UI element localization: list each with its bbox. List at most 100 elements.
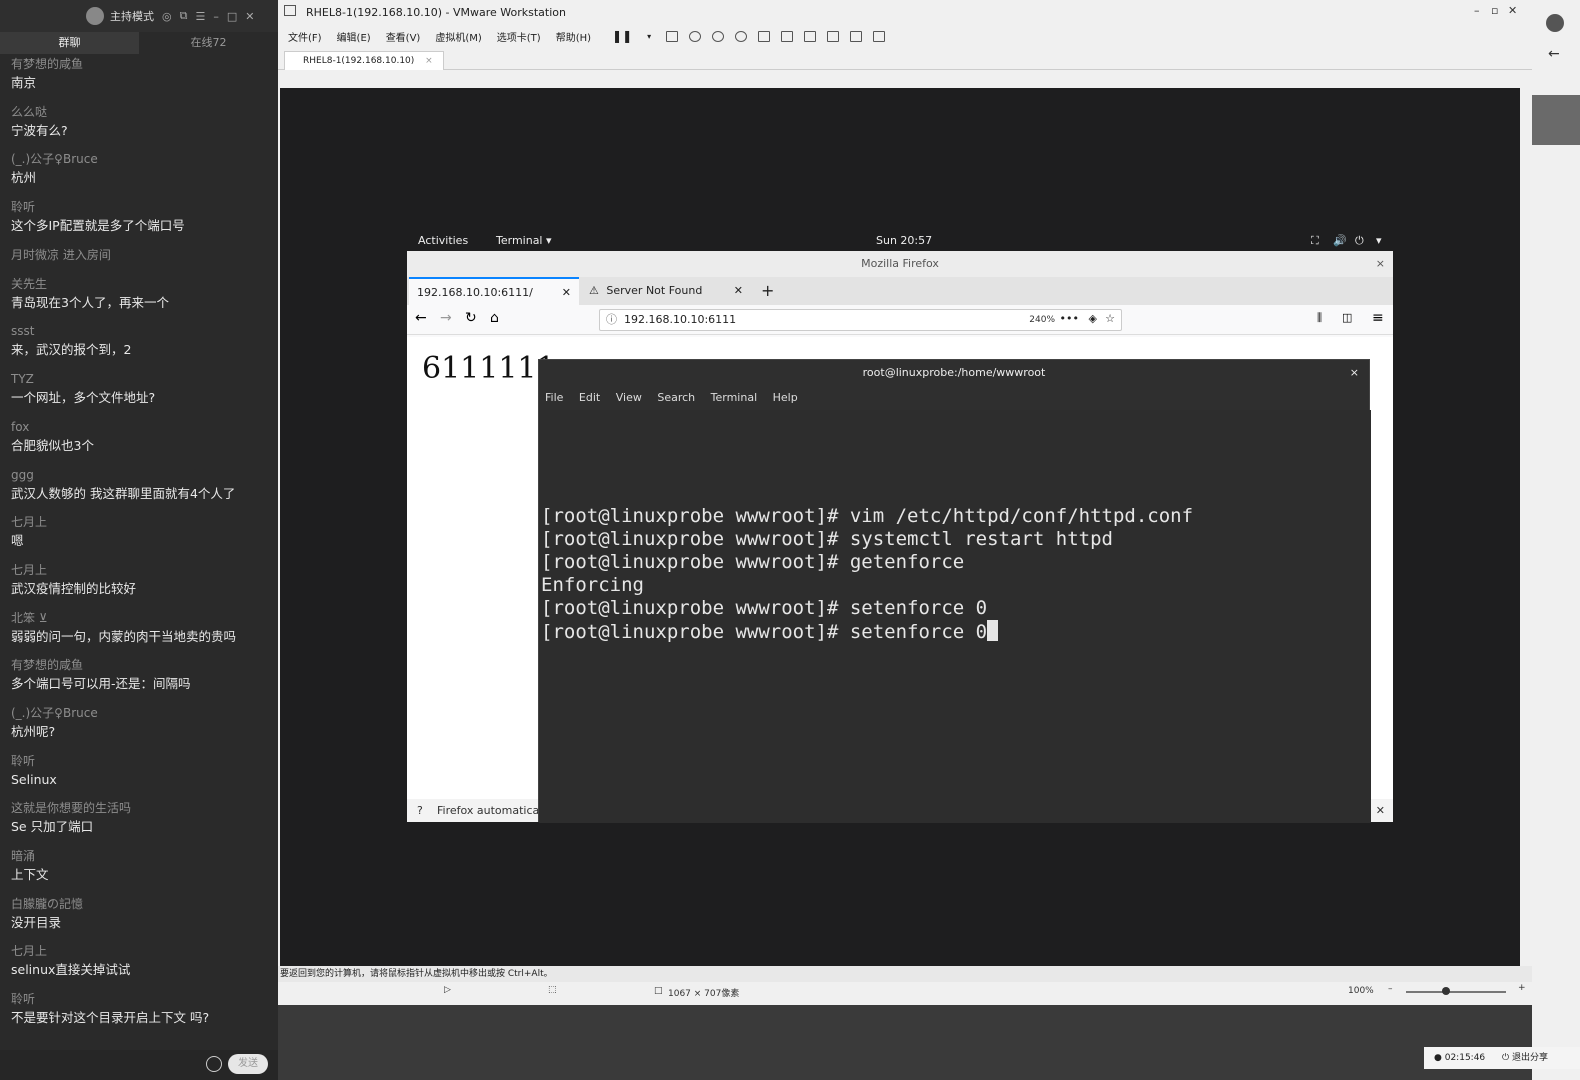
stretch-icon[interactable] bbox=[873, 30, 886, 42]
chat-username[interactable]: 么么哒 bbox=[11, 104, 267, 121]
menu-icon[interactable]: ☰ bbox=[195, 10, 205, 23]
unity-icon[interactable] bbox=[827, 30, 840, 42]
chat-username[interactable]: 七月上 bbox=[11, 943, 267, 960]
chat-username[interactable]: 聆听 bbox=[11, 199, 267, 216]
menu-vm[interactable]: 虚拟机(M) bbox=[435, 29, 481, 44]
tab-online[interactable]: 在线72 bbox=[139, 32, 278, 54]
minimize-icon[interactable]: – bbox=[1474, 4, 1480, 17]
menu-view[interactable]: 查看(V) bbox=[386, 29, 421, 44]
chat-username[interactable]: (_.)公子♀Bruce bbox=[11, 151, 267, 168]
close-icon[interactable]: ✕ bbox=[734, 277, 743, 305]
menu-tabs[interactable]: 选项卡(T) bbox=[497, 29, 541, 44]
close-icon[interactable]: ✕ bbox=[1508, 4, 1517, 17]
back-icon[interactable]: ← bbox=[415, 310, 427, 326]
fullscreen-icon[interactable] bbox=[804, 30, 817, 42]
close-icon[interactable]: × bbox=[1350, 360, 1359, 386]
back-icon[interactable]: ← bbox=[1548, 46, 1560, 62]
chevron-down-icon[interactable]: ▾ bbox=[647, 32, 651, 41]
chat-username[interactable]: 这就是你想要的生活吗 bbox=[11, 800, 267, 817]
volume-icon[interactable]: 🔊 bbox=[1333, 234, 1347, 247]
maximize-icon[interactable]: □ bbox=[227, 10, 237, 23]
zoom-slider[interactable] bbox=[1406, 991, 1506, 993]
headset-icon[interactable] bbox=[1546, 14, 1564, 32]
close-icon[interactable]: ✕ bbox=[245, 10, 254, 23]
close-icon[interactable]: ✕ bbox=[562, 279, 571, 307]
chat-username[interactable]: 关先生 bbox=[11, 276, 267, 293]
menu-view[interactable]: View bbox=[616, 391, 642, 404]
chat-input-bar[interactable]: 发送 bbox=[0, 1050, 278, 1080]
snapshot-icon[interactable] bbox=[689, 30, 702, 42]
firefox-tab-active[interactable]: 192.168.10.10:6111/ ✕ bbox=[409, 277, 579, 305]
new-tab-icon[interactable]: + bbox=[761, 281, 774, 300]
page-actions-icon[interactable]: ••• bbox=[1060, 309, 1079, 329]
emoji-icon[interactable] bbox=[206, 1056, 222, 1072]
menu-help[interactable]: 帮助(H) bbox=[556, 29, 591, 44]
info-icon[interactable]: ⓘ bbox=[606, 310, 617, 330]
vm-screen[interactable]: Activities Terminal ▾ Sun 20:57 ⛶ 🔊 ⏻ ▾ … bbox=[280, 88, 1520, 966]
chat-username[interactable]: TYZ bbox=[11, 371, 267, 388]
close-icon[interactable]: ✕ bbox=[1376, 799, 1385, 822]
chat-username[interactable]: (_.)公子♀Bruce bbox=[11, 705, 267, 722]
firefox-tab[interactable]: ⚠ Server Not Found ✕ bbox=[581, 277, 751, 305]
console-icon[interactable] bbox=[850, 30, 863, 42]
chevron-down-icon[interactable]: ▾ bbox=[1376, 234, 1382, 247]
network-icon[interactable]: ⛶ bbox=[1311, 234, 1319, 248]
chat-username[interactable]: 月时微凉 进入房间 bbox=[11, 247, 267, 264]
minimize-icon[interactable]: – bbox=[213, 10, 219, 23]
reload-icon[interactable]: ↻ bbox=[465, 310, 477, 326]
pocket-icon[interactable]: ◈ bbox=[1089, 309, 1097, 329]
chat-username[interactable]: 有梦想的咸鱼 bbox=[11, 56, 267, 73]
chat-username[interactable]: ssst bbox=[11, 323, 267, 340]
settings-icon[interactable]: ◎ bbox=[162, 10, 172, 23]
clock[interactable]: Sun 20:57 bbox=[876, 234, 932, 247]
chat-username[interactable]: ggg bbox=[11, 467, 267, 484]
chat-username[interactable]: 白朦朧の記憶 bbox=[11, 896, 267, 913]
chat-username[interactable]: fox bbox=[11, 419, 267, 436]
send-button[interactable]: 发送 bbox=[228, 1054, 268, 1074]
close-icon[interactable]: × bbox=[425, 56, 433, 66]
pause-icon[interactable]: ❚❚ bbox=[612, 29, 632, 43]
chat-username[interactable]: 聆听 bbox=[11, 753, 267, 770]
chat-username[interactable]: 七月上 bbox=[11, 514, 267, 531]
send-ctrl-alt-del-icon[interactable] bbox=[666, 30, 679, 42]
home-icon[interactable]: ⌂ bbox=[490, 310, 499, 326]
maximize-icon[interactable]: ▫ bbox=[1491, 4, 1498, 17]
pointer-icon[interactable]: ▷ bbox=[444, 985, 451, 995]
hamburger-menu-icon[interactable]: ≡ bbox=[1372, 310, 1384, 326]
terminal-app-menu[interactable]: Terminal ▾ bbox=[496, 234, 552, 247]
chat-username[interactable]: 聆听 bbox=[11, 991, 267, 1008]
chat-username[interactable]: 七月上 bbox=[11, 562, 267, 579]
revert-snapshot-icon[interactable] bbox=[712, 30, 725, 42]
power-icon[interactable]: ⏻ bbox=[1355, 234, 1364, 248]
chat-username[interactable]: 北笨 ⊻ bbox=[11, 610, 267, 627]
menu-terminal[interactable]: Terminal bbox=[711, 391, 758, 404]
chat-username[interactable]: 有梦想的咸鱼 bbox=[11, 657, 267, 674]
popout-icon[interactable]: ⧉ bbox=[180, 9, 188, 23]
selection-icon[interactable]: ⬚ bbox=[548, 985, 557, 995]
menu-file[interactable]: File bbox=[545, 391, 563, 404]
bookmark-star-icon[interactable]: ☆ bbox=[1105, 309, 1115, 329]
vm-tab[interactable]: RHEL8-1(192.168.10.10) × bbox=[284, 51, 444, 70]
menu-help[interactable]: Help bbox=[773, 391, 798, 404]
forward-icon[interactable]: → bbox=[440, 310, 452, 326]
library-icon[interactable]: ⫼ bbox=[1317, 311, 1322, 325]
close-icon[interactable]: × bbox=[1376, 251, 1385, 277]
url-bar[interactable]: ⓘ 192.168.10.10:6111 240% ••• ◈ ☆ bbox=[599, 309, 1122, 331]
scrollbar-thumb[interactable] bbox=[1532, 95, 1580, 145]
stop-share-button[interactable]: 退出分享 bbox=[1512, 1053, 1548, 1063]
tab-group-chat[interactable]: 群聊 bbox=[0, 32, 139, 54]
chat-username[interactable]: 暗涌 bbox=[11, 848, 267, 865]
avatar[interactable] bbox=[86, 7, 104, 25]
sidebar-icon[interactable]: ◫ bbox=[1342, 311, 1352, 324]
snapshot-manager-icon[interactable] bbox=[735, 30, 748, 42]
zoom-indicator[interactable]: 240% bbox=[1029, 310, 1055, 330]
library-icon[interactable] bbox=[758, 30, 771, 42]
zoom-out-icon[interactable]: – bbox=[1388, 984, 1393, 994]
menu-file[interactable]: 文件(F) bbox=[288, 29, 322, 44]
menu-search[interactable]: Search bbox=[657, 391, 695, 404]
zoom-slider-handle[interactable] bbox=[1442, 987, 1450, 995]
activities-button[interactable]: Activities bbox=[418, 234, 468, 247]
thumbnail-icon[interactable] bbox=[781, 30, 794, 42]
terminal-output[interactable]: [root@linuxprobe wwwroot]# vim /etc/http… bbox=[539, 410, 1371, 823]
zoom-in-icon[interactable]: + bbox=[1518, 983, 1526, 993]
